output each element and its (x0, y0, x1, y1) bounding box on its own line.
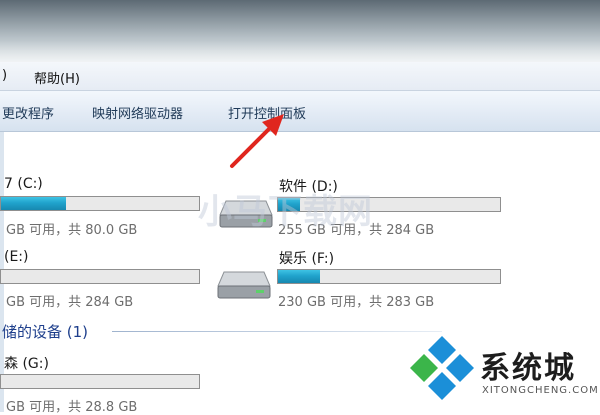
drive-space-info: GB 可用，共 28.8 GB (6, 400, 138, 415)
command-bar: 更改程序 映射网络驱动器 打开控制面板 (0, 91, 600, 132)
watermark: 小马下载网 (198, 192, 373, 232)
drive-space-info: 230 GB 可用，共 283 GB (278, 295, 435, 310)
logo-text: 系统城 (480, 351, 576, 386)
usage-bar (277, 269, 501, 284)
drive-space-info: GB 可用，共 80.0 GB (6, 223, 138, 238)
logo-subtext: XITONGCHENG.COM (482, 385, 599, 396)
section-divider (112, 331, 442, 332)
drive-label: 森 (G:) (4, 356, 49, 372)
menu-item-partial[interactable]: ) (2, 68, 7, 83)
menu-bar: ) 帮助(H) (0, 62, 600, 91)
removable-storage-header[interactable]: 储的设备 (1) (2, 321, 88, 342)
menu-item-help[interactable]: 帮助(H) (34, 68, 80, 87)
hard-drive-icon (217, 271, 271, 299)
red-arrow-annotation (230, 114, 284, 168)
usage-bar (0, 374, 200, 389)
change-program-button[interactable]: 更改程序 (2, 103, 54, 122)
drive-space-info: GB 可用，共 284 GB (6, 295, 134, 310)
drive-label: (E:) (4, 249, 29, 265)
map-network-drive-button[interactable]: 映射网络驱动器 (92, 103, 183, 122)
title-bar-shine (0, 40, 600, 62)
drive-label: 娱乐 (F:) (279, 251, 335, 267)
drive-label: 7 (C:) (4, 176, 43, 192)
usage-fill (1, 197, 66, 210)
usage-fill (278, 270, 320, 283)
usage-bar (0, 269, 200, 284)
usage-bar (0, 196, 200, 211)
